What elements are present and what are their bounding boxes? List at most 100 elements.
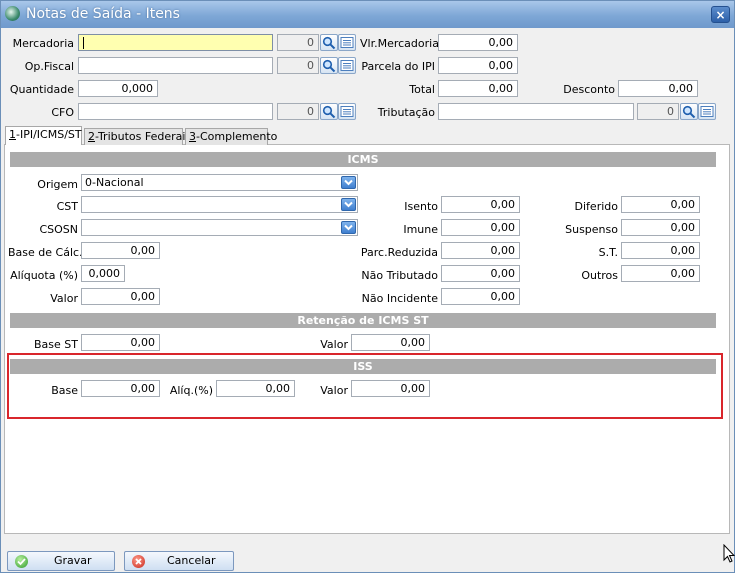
cfo-search-button[interactable]	[320, 103, 338, 120]
search-icon	[322, 105, 336, 119]
tab-complemento[interactable]: 3-Complemento	[185, 128, 277, 145]
nao-tributado-input[interactable]: 0,00	[441, 265, 520, 282]
window-title: Notas de Saída - Itens	[26, 6, 180, 22]
outros-input[interactable]: 0,00	[621, 265, 700, 282]
quantidade-input[interactable]: 0,000	[78, 80, 158, 97]
list-icon	[340, 60, 354, 71]
search-icon	[322, 59, 336, 73]
outros-label: Outros	[581, 269, 618, 282]
parcela-ipi-label: Parcela do IPI	[361, 60, 435, 73]
isento-label: Isento	[404, 200, 438, 213]
search-icon	[322, 36, 336, 50]
parc-reduzida-label: Parc.Reduzida	[360, 246, 438, 259]
op-fiscal-list-button[interactable]	[338, 57, 356, 74]
retencao-valor-input[interactable]: 0,00	[351, 334, 430, 351]
origem-dropdown-button[interactable]	[341, 176, 356, 189]
cst-label: CST	[56, 200, 78, 213]
mercadoria-label: Mercadoria	[12, 37, 74, 50]
origem-select[interactable]: 0-Nacional	[81, 174, 358, 191]
st-input[interactable]: 0,00	[621, 242, 700, 259]
chevron-down-icon	[344, 179, 353, 186]
aliquota-label: Alíquota (%)	[10, 269, 78, 282]
tab-3-label: -Complemento	[196, 130, 278, 143]
tab-ipi-icms-st[interactable]: 1-IPI/ICMS/ST	[5, 126, 82, 145]
op-fiscal-search-button[interactable]	[320, 57, 338, 74]
desconto-input[interactable]: 0,00	[618, 80, 698, 97]
cst-dropdown-button[interactable]	[341, 198, 356, 211]
chevron-down-icon	[344, 201, 353, 208]
mercadoria-input[interactable]	[78, 34, 273, 51]
close-button[interactable]: ×	[711, 6, 730, 23]
st-label: S.T.	[598, 246, 618, 259]
total-label: Total	[409, 83, 435, 96]
gravar-button[interactable]: Gravar	[7, 551, 115, 571]
base-st-label: Base ST	[34, 338, 78, 351]
tab-1-label: -IPI/ICMS/ST	[16, 128, 82, 141]
tab-2-key: 2	[88, 130, 95, 143]
app-icon	[5, 6, 20, 21]
origem-value: 0-Nacional	[85, 176, 144, 189]
base-st-input[interactable]: 0,00	[81, 334, 160, 351]
base-calc-input[interactable]: 0,00	[81, 242, 160, 259]
iss-highlight-box	[7, 353, 723, 419]
tab-3-key: 3	[189, 130, 196, 143]
icms-section-header: ICMS	[10, 152, 716, 167]
tab-tributos-federais[interactable]: 2-Tributos Federais	[84, 128, 191, 145]
list-icon	[340, 106, 354, 117]
cfo-list-button[interactable]	[338, 103, 356, 120]
aliquota-input[interactable]: 0,000	[81, 265, 125, 282]
cancelar-label: Cancelar	[167, 554, 216, 567]
desconto-label: Desconto	[563, 83, 615, 96]
valor-label: Valor	[50, 292, 78, 305]
csosn-label: CSOSN	[39, 223, 78, 236]
csosn-select[interactable]	[81, 219, 358, 236]
tributacao-list-button[interactable]	[698, 103, 716, 120]
retencao-section-header: Retenção de ICMS ST	[10, 313, 716, 328]
nao-incidente-input[interactable]: 0,00	[441, 288, 520, 305]
tributacao-label: Tributação	[377, 106, 435, 119]
cst-select[interactable]	[81, 196, 358, 213]
check-icon	[15, 555, 28, 568]
suspenso-label: Suspenso	[565, 223, 618, 236]
vlr-mercadorias-label: Vlr.Mercadorias	[360, 37, 445, 50]
diferido-input[interactable]: 0,00	[621, 196, 700, 213]
mercadoria-search-button[interactable]	[320, 34, 338, 51]
cfo-code: 0	[277, 103, 319, 120]
origem-label: Origem	[37, 178, 78, 191]
cfo-label: CFO	[51, 106, 74, 119]
isento-input[interactable]: 0,00	[441, 196, 520, 213]
mercadoria-list-button[interactable]	[338, 34, 356, 51]
search-icon	[682, 105, 696, 119]
mouse-cursor-icon	[723, 544, 735, 563]
cancel-icon	[132, 555, 145, 568]
tributacao-code: 0	[637, 103, 679, 120]
nao-tributado-label: Não Tributado	[361, 269, 438, 282]
tab-1-key: 1	[9, 128, 16, 141]
retencao-valor-label: Valor	[320, 338, 348, 351]
valor-input[interactable]: 0,00	[81, 288, 160, 305]
list-icon	[700, 106, 714, 117]
mercadoria-code: 0	[277, 34, 319, 51]
text-caret	[83, 37, 84, 49]
parcela-ipi-input[interactable]: 0,00	[438, 57, 518, 74]
tributacao-search-button[interactable]	[680, 103, 698, 120]
tab-2-label: -Tributos Federais	[95, 130, 192, 143]
imune-input[interactable]: 0,00	[441, 219, 520, 236]
nao-incidente-label: Não Incidente	[361, 292, 438, 305]
op-fiscal-input[interactable]	[78, 57, 273, 74]
op-fiscal-code: 0	[277, 57, 319, 74]
cancelar-button[interactable]: Cancelar	[124, 551, 234, 571]
diferido-label: Diferido	[574, 200, 618, 213]
base-calc-label: Base de Cálc.	[8, 246, 83, 259]
parc-reduzida-input[interactable]: 0,00	[441, 242, 520, 259]
imune-label: Imune	[403, 223, 438, 236]
list-icon	[340, 37, 354, 48]
quantidade-label: Quantidade	[9, 83, 74, 96]
csosn-dropdown-button[interactable]	[341, 221, 356, 234]
vlr-mercadorias-input[interactable]: 0,00	[438, 34, 518, 51]
total-input[interactable]: 0,00	[438, 80, 518, 97]
cfo-input[interactable]	[78, 103, 273, 120]
tributacao-input[interactable]	[438, 103, 634, 120]
suspenso-input[interactable]: 0,00	[621, 219, 700, 236]
chevron-down-icon	[344, 224, 353, 231]
